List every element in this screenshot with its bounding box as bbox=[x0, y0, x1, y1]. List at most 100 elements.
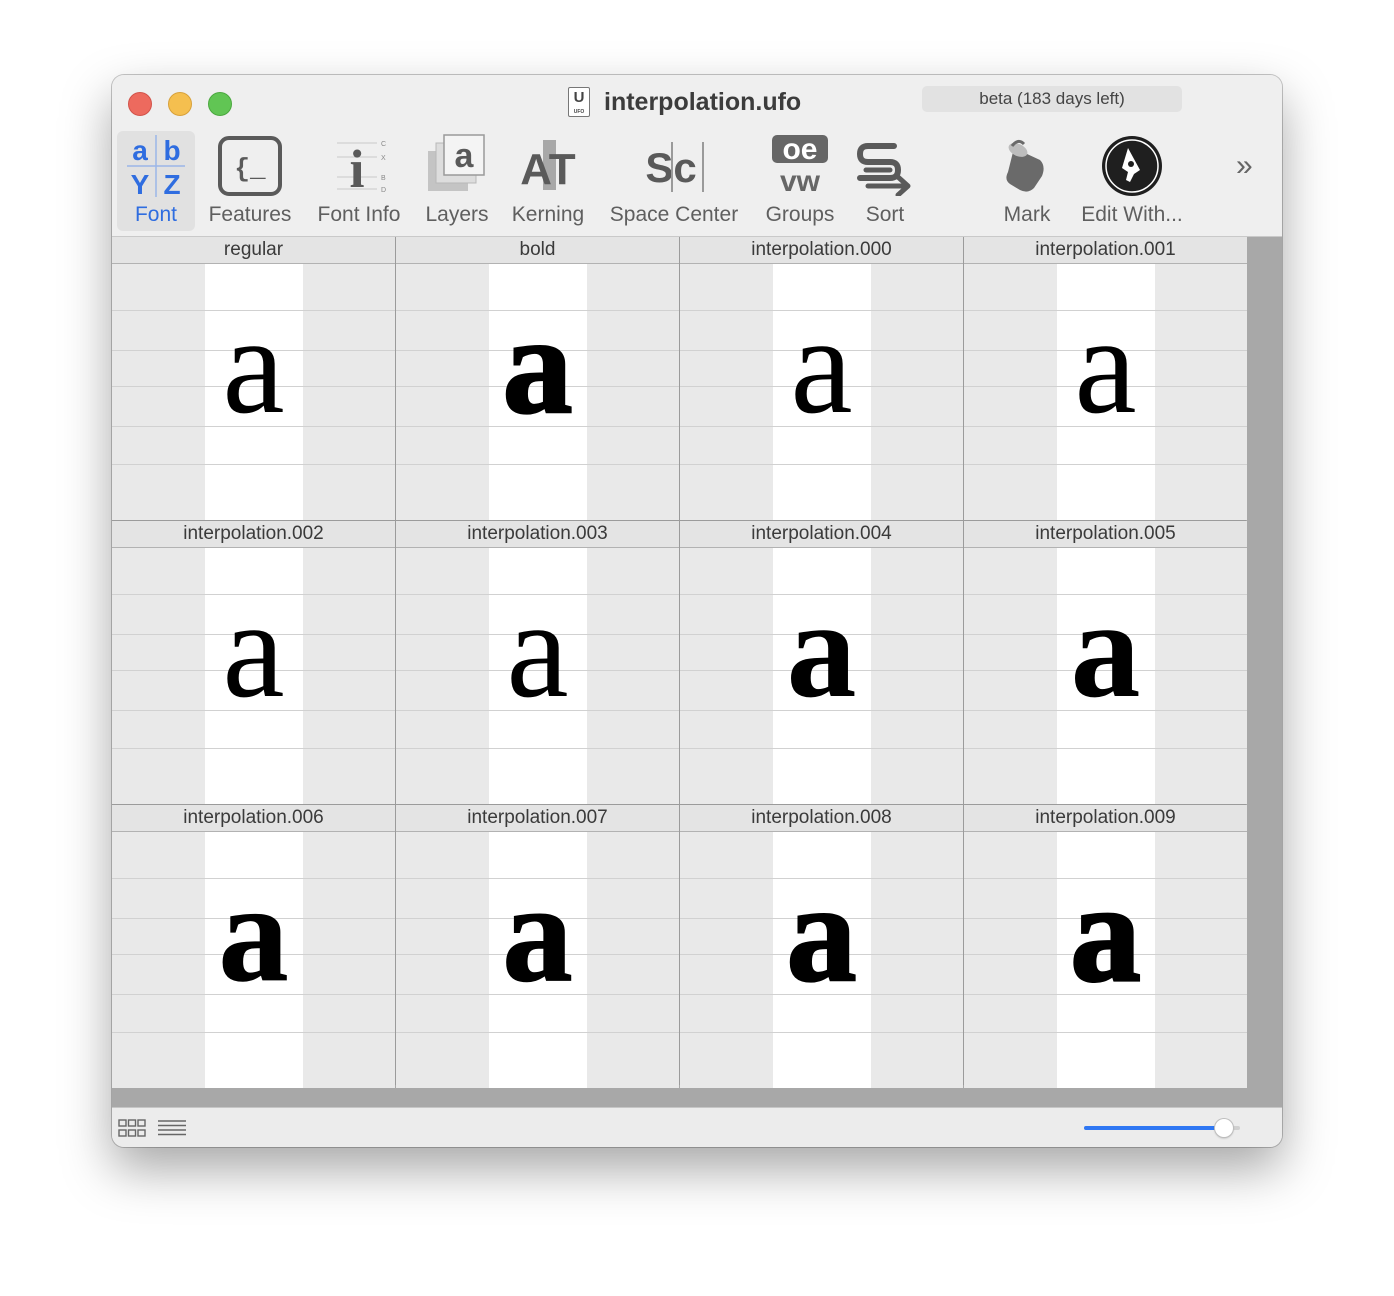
glyph-cell-name: interpolation.000 bbox=[680, 237, 963, 264]
zoom-slider[interactable] bbox=[1084, 1118, 1240, 1138]
glyph-cell-name: interpolation.004 bbox=[680, 521, 963, 548]
glyph-cell[interactable]: interpolation.002 a bbox=[112, 521, 395, 804]
toolbar-groups-label: Groups bbox=[765, 203, 835, 226]
glyph-cell-name: interpolation.007 bbox=[396, 805, 679, 832]
glyph-metric-line bbox=[396, 464, 679, 465]
ufo-icon-letter: U bbox=[573, 89, 585, 106]
mark-paint-bucket-icon bbox=[992, 131, 1062, 201]
glyph-cell[interactable]: regular a bbox=[112, 237, 395, 520]
glyph-cell[interactable]: interpolation.003 a bbox=[396, 521, 679, 804]
toolbar-kerning-label: Kerning bbox=[511, 203, 585, 226]
glyph-preview: a bbox=[1069, 856, 1142, 1011]
font-info-tick-d: D bbox=[381, 187, 386, 194]
glyph-preview: a bbox=[790, 288, 853, 443]
zoom-slider-fill bbox=[1084, 1126, 1225, 1130]
groups-icon: oe vw bbox=[756, 131, 844, 201]
toolbar-font-info-button[interactable]: i C X B D Font Info bbox=[308, 131, 410, 231]
glyph-metric-line bbox=[112, 464, 395, 465]
glyph-preview: a bbox=[222, 572, 285, 727]
title-bar: U UFO interpolation.ufo beta (183 days l… bbox=[112, 75, 1282, 237]
toolbar-features-button[interactable]: {_ Features bbox=[200, 131, 300, 231]
glyph-metric-line bbox=[396, 1032, 679, 1033]
glyph-cell[interactable]: interpolation.005 a bbox=[964, 521, 1247, 804]
glyph-cell[interactable]: interpolation.004 a bbox=[680, 521, 963, 804]
glyph-preview: a bbox=[1070, 572, 1141, 727]
glyph-metric-line bbox=[680, 1032, 963, 1033]
sort-icon bbox=[850, 131, 920, 201]
glyph-cell[interactable]: bold a bbox=[396, 237, 679, 520]
chevron-double-right-icon[interactable]: » bbox=[1236, 149, 1253, 183]
glyph-cell-name: interpolation.006 bbox=[112, 805, 395, 832]
glyph-metric-line bbox=[680, 464, 963, 465]
glyph-metric-line bbox=[396, 748, 679, 749]
toolbar-space-center-button[interactable]: Sc Space Center bbox=[602, 131, 746, 231]
glyph-cell-name: interpolation.009 bbox=[964, 805, 1247, 832]
glyph-cell-preview: a bbox=[112, 264, 395, 520]
glyph-collection-view: regular a bold a interpolation.000 a interpola… bbox=[112, 237, 1282, 1107]
toolbar-font-info-label: Font Info bbox=[317, 203, 401, 226]
glyph-preview: a bbox=[222, 288, 285, 443]
ufo-icon-caption: UFO bbox=[573, 109, 585, 115]
glyph-metric-line bbox=[964, 748, 1247, 749]
glyph-cell-preview: a bbox=[680, 832, 963, 1088]
glyph-metric-line bbox=[680, 748, 963, 749]
toolbar-font-button[interactable]: a b Y Z Font bbox=[117, 131, 195, 231]
glyph-cell[interactable]: interpolation.009 a bbox=[964, 805, 1247, 1088]
close-window-button[interactable] bbox=[128, 92, 152, 116]
ufo-document-icon: U UFO bbox=[568, 87, 590, 117]
layers-icon-letter: a bbox=[455, 137, 475, 175]
minimize-window-button[interactable] bbox=[168, 92, 192, 116]
list-view-icon[interactable] bbox=[158, 1120, 186, 1136]
glyph-cell-preview: a bbox=[396, 832, 679, 1088]
glyph-cell-preview: a bbox=[396, 548, 679, 804]
glyph-cell-preview: a bbox=[680, 264, 963, 520]
font-info-icon-letter: i bbox=[349, 139, 364, 199]
font-icon-b: b bbox=[163, 135, 180, 166]
window-title-group: U UFO interpolation.ufo bbox=[568, 85, 801, 119]
grid-view-icon[interactable] bbox=[118, 1119, 146, 1137]
zoom-slider-thumb[interactable] bbox=[1215, 1119, 1234, 1137]
toolbar-sort-label: Sort bbox=[865, 203, 905, 226]
glyph-cell-preview: a bbox=[964, 832, 1247, 1088]
toolbar-space-center-label: Space Center bbox=[609, 203, 739, 226]
glyph-cell[interactable]: interpolation.007 a bbox=[396, 805, 679, 1088]
toolbar-mark-button[interactable]: Mark bbox=[992, 131, 1062, 231]
glyph-preview: a bbox=[506, 572, 569, 727]
glyph-cell[interactable]: interpolation.000 a bbox=[680, 237, 963, 520]
glyph-metric-line bbox=[964, 1032, 1247, 1033]
toolbar-features-label: Features bbox=[208, 203, 292, 226]
glyph-metric-line bbox=[964, 464, 1247, 465]
kerning-icon: AT bbox=[504, 131, 592, 201]
toolbar-groups-button[interactable]: oe vw Groups bbox=[756, 131, 844, 231]
glyph-metric-line bbox=[112, 1032, 395, 1033]
beta-badge: beta (183 days left) bbox=[922, 86, 1182, 112]
glyph-cell[interactable]: interpolation.008 a bbox=[680, 805, 963, 1088]
font-info-tick-c: C bbox=[381, 141, 386, 148]
zoom-window-button[interactable] bbox=[208, 92, 232, 116]
font-info-tick-x: X bbox=[381, 155, 386, 162]
font-window: U UFO interpolation.ufo beta (183 days l… bbox=[112, 75, 1282, 1147]
glyph-cell-preview: a bbox=[680, 548, 963, 804]
glyph-cell[interactable]: interpolation.001 a bbox=[964, 237, 1247, 520]
toolbar-layers-button[interactable]: a Layers bbox=[418, 131, 496, 231]
toolbar-font-label: Font bbox=[134, 203, 178, 226]
font-icon-a: a bbox=[132, 135, 148, 166]
toolbar-edit-with-button[interactable]: Edit With... bbox=[1070, 131, 1194, 231]
glyph-cell-preview: a bbox=[964, 548, 1247, 804]
glyph-cell-name: interpolation.005 bbox=[964, 521, 1247, 548]
edit-with-pen-icon bbox=[1070, 131, 1194, 201]
glyph-cell-name: interpolation.008 bbox=[680, 805, 963, 832]
glyph-cell[interactable]: interpolation.006 a bbox=[112, 805, 395, 1088]
glyph-cell-name: bold bbox=[396, 237, 679, 264]
glyph-preview: a bbox=[1074, 288, 1137, 443]
toolbar-edit-with-label: Edit With... bbox=[1081, 203, 1183, 226]
font-collection-icon: a b Y Z bbox=[117, 131, 195, 201]
toolbar-kerning-button[interactable]: AT Kerning bbox=[504, 131, 592, 231]
glyph-cell-name: interpolation.001 bbox=[964, 237, 1247, 264]
font-info-tick-b: B bbox=[381, 175, 386, 182]
features-braces-icon: {_ bbox=[200, 131, 300, 201]
glyph-cell-preview: a bbox=[964, 264, 1247, 520]
layers-icon: a bbox=[418, 131, 496, 201]
glyph-cell-preview: a bbox=[112, 548, 395, 804]
toolbar-sort-button[interactable]: Sort bbox=[850, 131, 920, 231]
